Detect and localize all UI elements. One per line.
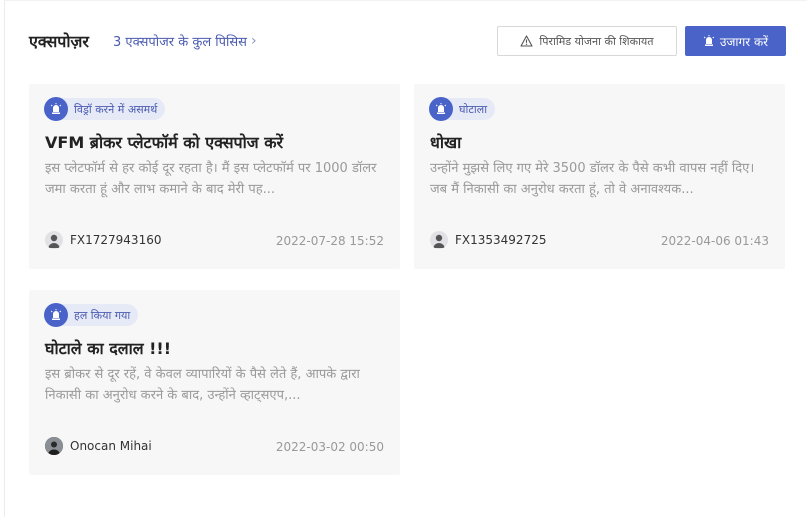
page-title: एक्सपोज़र [29,32,89,51]
author-name: Onocan Mihai [70,439,152,453]
chevron-right-icon: › [250,33,257,49]
card-title[interactable]: VFM ब्रोकर प्लेटफॉर्म को एक्सपोज करें [45,131,283,153]
expose-button-label: उजागर करें [719,34,769,49]
exposure-card[interactable]: विड्रॉ करने में असमर्थ VFM ब्रोकर प्लेटफ… [29,84,400,269]
exposure-card[interactable]: हल किया गया घोटाले का दलाल !!! इस ब्रोकर… [29,290,400,475]
bug-alert-icon [44,303,68,327]
expose-button[interactable]: उजागर करें [685,26,786,56]
pyramid-complaint-label: पिरामिड योजना की शिकायत [539,34,654,48]
author-name: FX1353492725 [455,233,547,247]
avatar [45,231,63,249]
card-author[interactable]: Onocan Mihai [45,437,152,455]
exposure-header: एक्सपोज़र 3 एक्सपोजर के कुल पिसिस › पिरा… [29,26,787,56]
status-badge: घोटाला [429,97,496,121]
status-badge-label: विड्रॉ करने में असमर्थ [58,98,166,120]
post-date: 2022-07-28 15:52 [275,234,384,248]
bug-alert-icon [429,97,453,121]
exposure-count-text: 3 एक्सपोजर के कुल पिसिस [113,35,247,50]
author-name: FX1727943160 [70,233,162,247]
exposure-count-link[interactable]: 3 एक्सपोजर के कुल पिसिस › [113,32,257,50]
card-title[interactable]: धोखा [430,131,461,153]
bug-alert-icon [44,97,68,121]
exposure-card[interactable]: घोटाला धोखा उन्होंने मुझसे लिए गए मेरे 3… [414,84,785,269]
avatar [45,437,63,455]
status-badge: विड्रॉ करने में असमर्थ [44,97,166,121]
card-body: इस ब्रोकर से दूर रहें, वे केवल व्यापारिय… [45,367,360,403]
status-badge-label: हल किया गया [58,304,139,326]
post-date: 2022-03-02 00:50 [275,440,384,454]
pyramid-complaint-button[interactable]: पिरामिड योजना की शिकायत [497,26,677,56]
card-author[interactable]: FX1727943160 [45,231,161,249]
card-body: उन्होंने मुझसे लिए गए मेरे 3500 डॉलर के … [430,161,755,197]
card-author[interactable]: FX1353492725 [430,231,546,249]
avatar [430,231,448,249]
bug-alert-icon [703,35,715,46]
card-body: इस प्लेटफॉर्म से हर कोई दूर रहता है। मैं… [45,161,377,197]
status-badge: हल किया गया [44,303,139,327]
warning-icon [520,35,533,47]
post-date: 2022-04-06 01:43 [660,234,769,248]
card-title[interactable]: घोटाले का दलाल !!! [45,337,171,359]
